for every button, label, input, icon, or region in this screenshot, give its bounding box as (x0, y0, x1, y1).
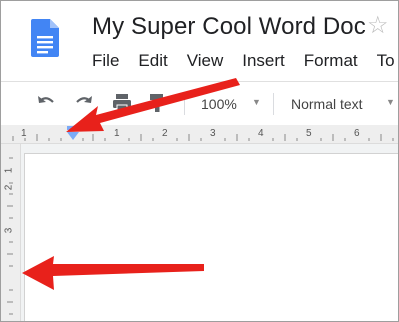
vertical-ruler[interactable]: 1 2 3 (1, 144, 21, 321)
menu-tools[interactable]: To (377, 51, 395, 71)
document-title[interactable]: My Super Cool Word Doc (92, 13, 366, 41)
title-bar: My Super Cool Word Doc ☆ File Edit View Ins… (1, 1, 398, 81)
vertical-ruler-label: 3 (3, 227, 15, 234)
paragraph-style-select[interactable]: Normal text (291, 96, 363, 112)
ruler-label: 4 (258, 128, 264, 139)
zoom-dropdown-icon[interactable]: ▼ (252, 97, 261, 107)
ruler-ticks (12, 134, 394, 141)
indent-marker-icon[interactable] (65, 122, 81, 144)
star-icon[interactable]: ☆ (367, 14, 389, 38)
ruler-label: 3 (210, 128, 216, 139)
toolbar-separator (273, 93, 274, 115)
menu-bar: File Edit View Insert Format To (92, 51, 398, 71)
ruler-label: 1 (21, 128, 27, 139)
toolbar-separator (184, 93, 185, 115)
horizontal-ruler[interactable]: 1 1 2 3 4 5 6 (1, 125, 398, 144)
menu-edit[interactable]: Edit (138, 51, 167, 71)
vertical-ruler-label: 2 (3, 184, 15, 191)
menu-format[interactable]: Format (304, 51, 358, 71)
paint-format-icon[interactable] (146, 92, 168, 114)
undo-icon[interactable] (35, 92, 57, 114)
ruler-label: 2 (162, 128, 168, 139)
google-docs-logo-icon[interactable] (31, 19, 59, 57)
menu-insert[interactable]: Insert (242, 51, 285, 71)
zoom-select[interactable]: 100% (201, 96, 237, 112)
ruler-label: 1 (114, 128, 120, 139)
document-page[interactable] (24, 153, 398, 321)
print-icon[interactable] (111, 92, 133, 114)
app-window: My Super Cool Word Doc ☆ File Edit View Ins… (0, 0, 399, 322)
ruler-label: 5 (306, 128, 312, 139)
menu-view[interactable]: View (187, 51, 224, 71)
style-dropdown-icon[interactable]: ▼ (386, 97, 395, 107)
ruler-label: 6 (354, 128, 360, 139)
vertical-ruler-label: 1 (3, 167, 15, 174)
toolbar: 100% ▼ Normal text ▼ (1, 81, 398, 126)
redo-icon[interactable] (73, 92, 95, 114)
menu-file[interactable]: File (92, 51, 119, 71)
